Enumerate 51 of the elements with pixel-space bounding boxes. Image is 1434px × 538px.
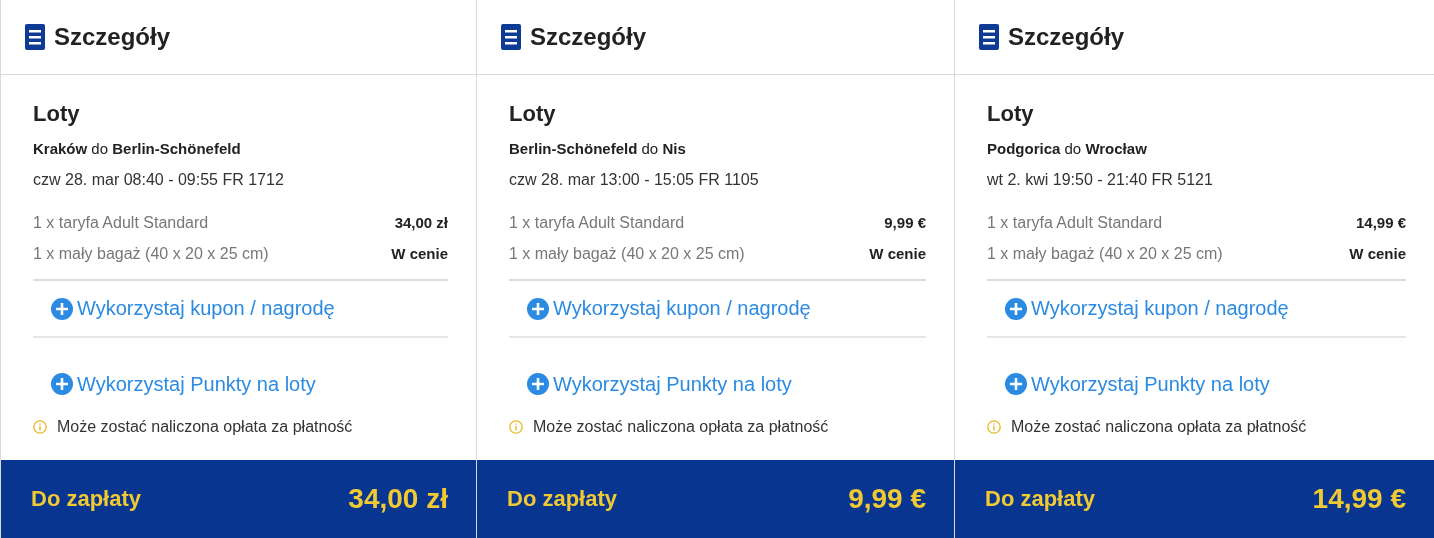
document-icon <box>25 24 45 50</box>
plus-icon <box>51 373 73 395</box>
total-label: Do zapłaty <box>507 486 618 512</box>
payment-notice: Może zostać naliczona opłata za płatność <box>57 418 353 436</box>
item-label: 1 x taryfa Adult Standard <box>509 213 685 233</box>
item-label: 1 x taryfa Adult Standard <box>987 213 1163 233</box>
payment-notice: Może zostać naliczona opłata za płatność <box>1011 418 1307 436</box>
total-amount: 9,99 € <box>848 483 926 515</box>
item-label: 1 x mały bagaż (40 x 20 x 25 cm) <box>33 244 269 264</box>
coupon-link[interactable]: Wykorzystaj kupon / nagrodę <box>527 297 811 320</box>
item-price: 14,99 € <box>1355 213 1406 233</box>
payment-notice: Może zostać naliczona opłata za płatność <box>533 418 829 436</box>
item-label: 1 x taryfa Adult Standard <box>33 213 209 233</box>
flight-info: czw 28. mar 13:00 - 15:05 FR 1105 <box>509 170 760 190</box>
info-icon <box>987 420 1001 434</box>
plus-icon <box>1005 297 1027 320</box>
info-icon <box>509 420 523 434</box>
flight-info: wt 2. kwi 19:50 - 21:40 FR 5121 <box>987 170 1214 190</box>
item-price: W cenie <box>1349 244 1406 264</box>
panel-title: Szczegóły <box>1008 23 1125 51</box>
coupon-link[interactable]: Wykorzystaj kupon / nagrodę <box>1005 297 1289 320</box>
flight-route: Berlin-Schönefeld do Nis <box>509 139 687 159</box>
plus-icon <box>527 373 549 395</box>
panel-title: Szczegóły <box>530 23 647 51</box>
flight-info: czw 28. mar 08:40 - 09:55 FR 1712 <box>33 170 285 190</box>
section-title: Loty <box>33 100 81 128</box>
total-label: Do zapłaty <box>31 486 142 512</box>
flight-route: Kraków do Berlin-Schönefeld <box>33 139 242 159</box>
section-title: Loty <box>987 100 1035 128</box>
coupon-link[interactable]: Wykorzystaj kupon / nagrodę <box>51 297 335 320</box>
item-price: 34,00 zł <box>394 213 448 233</box>
document-icon <box>501 24 521 50</box>
points-link[interactable]: Wykorzystaj Punkty na loty <box>527 372 792 396</box>
total-amount: 14,99 € <box>1312 483 1406 515</box>
section-title: Loty <box>509 100 557 128</box>
plus-icon <box>527 297 549 320</box>
item-label: 1 x mały bagaż (40 x 20 x 25 cm) <box>509 244 745 264</box>
plus-icon <box>1005 373 1027 395</box>
info-icon <box>33 420 47 434</box>
item-label: 1 x mały bagaż (40 x 20 x 25 cm) <box>987 244 1223 264</box>
item-price: W cenie <box>391 244 448 264</box>
item-price: W cenie <box>869 244 926 264</box>
points-link[interactable]: Wykorzystaj Punkty na loty <box>51 372 316 396</box>
total-amount: 34,00 zł <box>348 483 448 515</box>
item-price: 9,99 € <box>884 213 926 233</box>
total-label: Do zapłaty <box>985 486 1096 512</box>
flight-route: Podgorica do Wrocław <box>987 139 1148 159</box>
points-link[interactable]: Wykorzystaj Punkty na loty <box>1005 372 1270 396</box>
plus-icon <box>51 297 73 320</box>
document-icon <box>979 24 999 50</box>
panel-title: Szczegóły <box>54 23 171 51</box>
